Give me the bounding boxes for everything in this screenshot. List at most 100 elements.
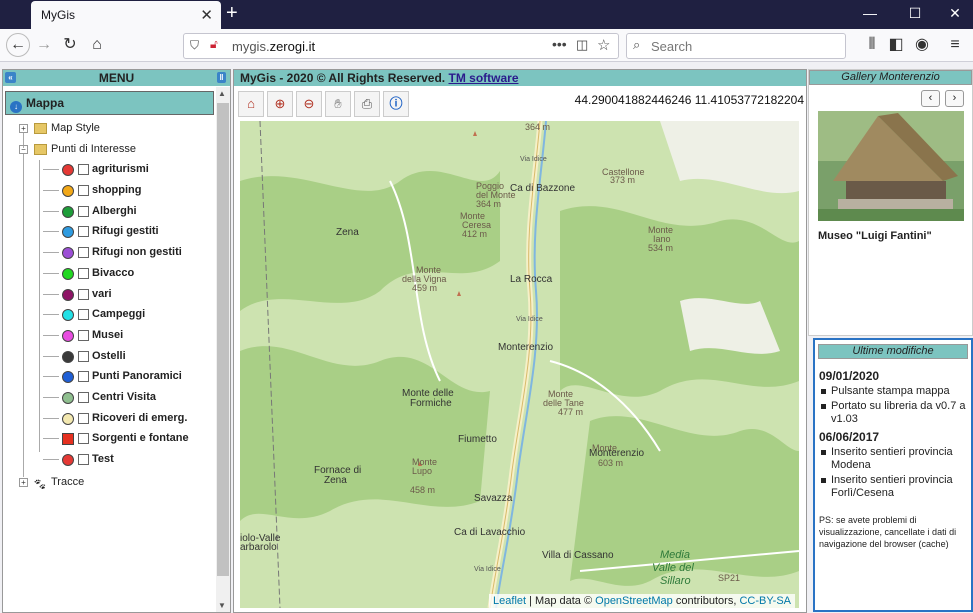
poi-checkbox[interactable] [78, 309, 89, 321]
map-tiles[interactable]: 364 mCa di BazzonePoggiodel Monte364 mCa… [240, 121, 799, 608]
url-text[interactable]: mygis.zerogi.it [232, 39, 315, 54]
poi-marker-icon [62, 350, 74, 363]
map-label: Fiumetto [458, 434, 497, 445]
poi-checkbox[interactable] [78, 185, 89, 197]
cursor-coordinates: 44.290041882446246 11.41053772182204 [574, 93, 804, 107]
forward-icon[interactable]: → [32, 33, 56, 57]
tree-line [43, 293, 59, 295]
menu-icon[interactable]: ≡ [943, 33, 967, 57]
poi-item[interactable]: Ostelli [3, 346, 213, 367]
print-icon[interactable]: ⎙ [354, 91, 380, 117]
account-icon[interactable]: ◉ [910, 33, 934, 57]
tree-line [43, 252, 59, 254]
poi-item[interactable]: Musei [3, 325, 213, 346]
poi-checkbox[interactable] [78, 350, 89, 362]
insecure-lock-icon[interactable]: 🔓︎ [210, 37, 218, 52]
leaflet-link[interactable]: Leaflet [493, 595, 526, 607]
expand-icon[interactable]: + [19, 124, 28, 133]
poi-checkbox[interactable] [78, 371, 89, 383]
scroll-up-icon[interactable]: ▲ [218, 89, 226, 98]
close-window-icon[interactable]: ✕ [945, 5, 965, 22]
gallery-next-icon[interactable]: › [945, 90, 964, 107]
tm-software-link[interactable]: TM software [448, 71, 518, 85]
mappa-section[interactable]: ↓ Mappa [5, 91, 214, 115]
menu-scrollbar[interactable]: ▲ ▼ [216, 87, 230, 612]
pin-icon[interactable]: ‖ [217, 72, 226, 83]
license-link[interactable]: CC-BY-SA [739, 595, 791, 607]
poi-item[interactable]: agriturismi [3, 159, 213, 180]
poi-item[interactable]: Punti Panoramici [3, 366, 213, 387]
map-label: Zena [336, 227, 359, 238]
poi-checkbox[interactable] [78, 412, 89, 424]
collapse-icon[interactable]: − [19, 144, 28, 154]
close-tab-icon[interactable]: ✕ [200, 6, 213, 24]
zoom-out-icon[interactable]: ⊖ [296, 91, 322, 117]
poi-checkbox[interactable] [78, 164, 89, 176]
poi-item[interactable]: shopping [3, 180, 213, 201]
browser-tab[interactable]: MyGis ✕ [31, 1, 221, 29]
sidebar-icon[interactable]: ◧ [884, 33, 908, 57]
poi-item[interactable]: Rifugi gestiti [3, 221, 213, 242]
poi-item[interactable]: Campeggi [3, 304, 213, 325]
poi-checkbox[interactable] [78, 226, 89, 238]
poi-item[interactable]: Bivacco [3, 263, 213, 284]
home-view-icon[interactable]: ⌂ [238, 91, 264, 117]
zoom-in-icon[interactable]: ⊕ [267, 91, 293, 117]
poi-label: agriturismi [92, 163, 149, 176]
reload-icon[interactable]: ↻ [58, 33, 82, 57]
more-actions-icon[interactable]: ••• [552, 36, 567, 52]
map-label: 477 m [558, 407, 583, 417]
search-icon: ⌕ [633, 37, 641, 52]
poi-item[interactable]: Test [3, 449, 213, 470]
url-bar[interactable]: ⛉ 🔓︎ mygis.zerogi.it ••• ◫ ☆ [183, 33, 619, 59]
poi-checkbox[interactable] [78, 391, 89, 403]
minimize-icon[interactable]: — [860, 5, 880, 21]
back-icon[interactable]: ← [6, 33, 30, 57]
map-label: Valle del [652, 562, 694, 574]
maximize-icon[interactable]: ☐ [905, 5, 925, 22]
osm-link[interactable]: OpenStreetMap [595, 595, 673, 607]
gallery-prev-icon[interactable]: ‹ [921, 90, 940, 107]
tree-item-map-style[interactable]: + Map Style [3, 118, 213, 139]
update-item: Portato su libreria da v0.7 a v1.03 [819, 400, 967, 426]
search-input[interactable]: Search [651, 39, 692, 54]
poi-checkbox[interactable] [78, 247, 89, 259]
pan-hand-icon[interactable]: ✋︎ [325, 91, 351, 117]
poi-checkbox[interactable] [78, 267, 89, 279]
gallery-image[interactable] [818, 111, 964, 221]
poi-item[interactable]: Sorgenti e fontane [3, 428, 213, 449]
collapse-menu-icon[interactable]: « [5, 72, 16, 83]
poi-marker-icon [62, 433, 74, 446]
tree-item-poi[interactable]: − Punti di Interesse [3, 139, 213, 160]
search-bar[interactable]: ⌕ Search [626, 33, 846, 59]
scroll-thumb[interactable] [217, 103, 229, 576]
expand-icon[interactable]: + [19, 477, 28, 487]
map-attribution: Leaflet | Map data © OpenStreetMap contr… [489, 594, 795, 608]
new-tab-icon[interactable]: + [226, 2, 238, 25]
poi-item[interactable]: Ricoveri di emerg. [3, 408, 213, 429]
layer-tree: + Map Style − Punti di Interesse agritur… [3, 118, 213, 492]
info-icon[interactable]: ⓘ [383, 91, 409, 117]
shield-icon[interactable]: ⛉ [190, 38, 199, 53]
pocket-icon[interactable]: ◫ [576, 37, 588, 53]
poi-item[interactable]: vari [3, 284, 213, 305]
poi-checkbox[interactable] [78, 288, 89, 300]
poi-label: Punti Panoramici [92, 370, 182, 383]
poi-item[interactable]: Centri Visita [3, 387, 213, 408]
tree-label: Map Style [51, 122, 100, 134]
tree-line [43, 210, 59, 212]
poi-item[interactable]: Alberghi [3, 201, 213, 222]
poi-item[interactable]: Rifugi non gestiti [3, 242, 213, 263]
map-canvas[interactable]: 364 m Ca di Bazzone Poggio del Monte 364 m Ca… [240, 121, 799, 608]
bookmark-star-icon[interactable]: ☆ [597, 36, 610, 54]
poi-checkbox[interactable] [78, 433, 89, 445]
library-icon[interactable]: ⫴ [860, 33, 884, 57]
tree-line [43, 438, 59, 440]
scroll-down-icon[interactable]: ▼ [218, 601, 226, 610]
home-icon[interactable]: ⌂ [85, 33, 109, 57]
poi-checkbox[interactable] [78, 329, 89, 341]
tree-item-tracce[interactable]: + 🐾︎ Tracce [3, 472, 213, 493]
poi-checkbox[interactable] [78, 454, 89, 465]
poi-checkbox[interactable] [78, 205, 89, 217]
poi-marker-icon [62, 288, 74, 301]
